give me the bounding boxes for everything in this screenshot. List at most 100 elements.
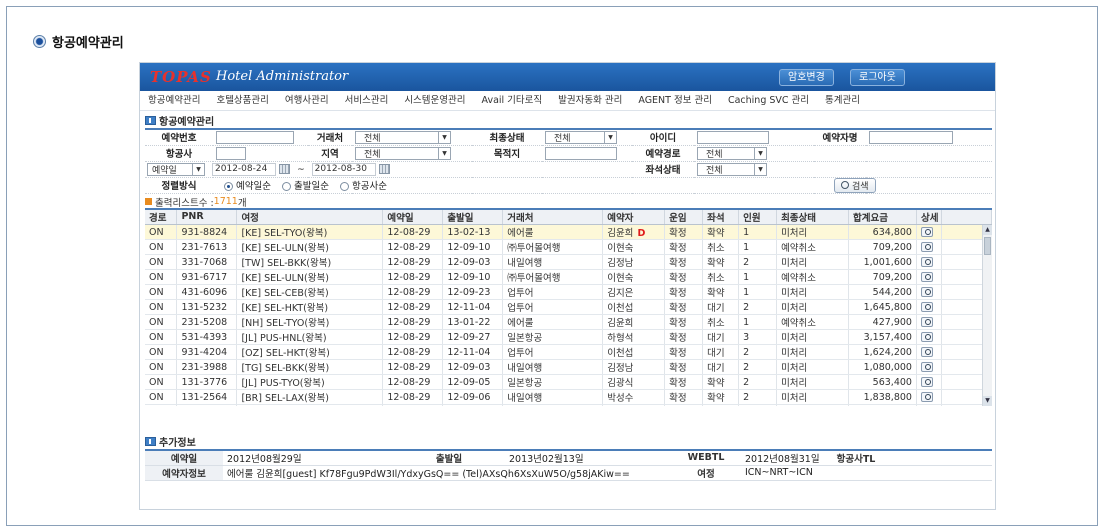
detail-view-icon[interactable] xyxy=(920,257,933,267)
table-cell: 634,800 xyxy=(848,224,917,240)
extra-info-table: 예약일 2012년08월29일 출발일 2013년02월13일 WEBTL 20… xyxy=(145,448,992,481)
search-section-header: 항공예약관리 xyxy=(145,113,990,128)
table-cell: 531-4393 xyxy=(176,329,238,345)
table-cell: 131-3776 xyxy=(176,374,238,390)
column-header: 좌석 xyxy=(702,209,740,225)
list-scrollbar[interactable]: ▲ ▼ xyxy=(982,224,992,406)
table-row[interactable]: ON 931-6717 [KE] SEL-ULN(왕복) 12-08-29 12-09-… xyxy=(145,269,992,285)
detail-view-icon[interactable] xyxy=(920,287,933,297)
menu-item-avail[interactable]: Avail 기타로직 xyxy=(474,91,551,111)
departure-label: 출발일 xyxy=(393,449,505,466)
sort-radio-departure-date[interactable] xyxy=(282,182,291,191)
menu-item-agencies[interactable]: 여행사관리 xyxy=(277,91,337,111)
table-cell: 하형석 xyxy=(602,329,666,345)
menu-item-hotel-products[interactable]: 호텔상품관리 xyxy=(208,91,276,111)
detail-view-icon[interactable] xyxy=(920,332,933,342)
table-cell: 430,300 xyxy=(848,404,917,406)
id-input[interactable] xyxy=(697,130,769,144)
table-cell: 12-08-29 xyxy=(382,344,444,360)
table-cell: 김윤희 xyxy=(602,314,666,330)
menu-item-system[interactable]: 시스템운영관리 xyxy=(396,91,473,111)
table-cell: 231-5208 xyxy=(176,314,238,330)
table-row[interactable]: ON 131-2564 [BR] SEL-LAX(왕복) 12-08-29 12-09-… xyxy=(145,389,992,405)
table-cell: 12-11-04 xyxy=(442,299,504,315)
table-row[interactable]: ON 531-4393 [JL] PUS-HNL(왕복) 12-08-29 12-09-… xyxy=(145,329,992,345)
detail-view-icon[interactable] xyxy=(920,377,933,387)
table-row[interactable]: ON 931-8824 [KE] SEL-TYO(왕복) 12-08-29 13-02-… xyxy=(145,224,992,240)
table-cell: 대기 xyxy=(702,299,740,315)
detail-view-icon[interactable] xyxy=(920,242,933,252)
airline-input[interactable] xyxy=(216,146,246,160)
date-type-select[interactable]: 예약일 ▼ xyxy=(147,162,205,176)
table-cell: 931-8824 xyxy=(176,224,238,240)
region-select[interactable]: 전체 ▼ xyxy=(355,146,451,160)
detail-view-icon[interactable] xyxy=(920,302,933,312)
pnr-input[interactable] xyxy=(216,130,294,144)
change-password-button[interactable]: 암호변경 xyxy=(779,69,834,86)
detail-cell xyxy=(916,374,942,390)
detail-view-icon[interactable] xyxy=(920,317,933,327)
bullet-icon xyxy=(33,34,46,48)
date-to-input[interactable]: 2012-08-30 xyxy=(311,162,376,176)
logout-button[interactable]: 로그아웃 xyxy=(850,69,905,86)
seat-status-select[interactable]: 전체 ▼ xyxy=(697,162,767,176)
table-cell: 업투어 xyxy=(502,284,604,300)
destination-input[interactable] xyxy=(545,146,617,160)
date-from-input[interactable]: 2012-08-24 xyxy=(212,162,277,176)
search-button[interactable]: 검색 xyxy=(834,177,876,193)
table-row[interactable]: ON 231-5208 [NH] SEL-TYO(왕복) 12-08-29 13-01-… xyxy=(145,314,992,330)
table-cell: ON xyxy=(145,254,178,270)
detail-view-icon[interactable] xyxy=(920,227,933,237)
table-cell: 12-09-06 xyxy=(442,389,504,405)
table-row[interactable]: ON 131-3776 [JL] PUS-TYO(왕복) 12-08-29 12-09-… xyxy=(145,374,992,390)
table-cell: 12-09-10 xyxy=(442,239,504,255)
pnr-label: 예약번호 xyxy=(145,129,213,146)
sort-radio-booking-date[interactable] xyxy=(224,182,233,191)
table-cell: 1 xyxy=(738,314,778,330)
table-row[interactable]: ON 231-7613 [KE] SEL-ULN(왕복) 12-08-29 12-09-… xyxy=(145,239,992,255)
table-cell: 취소 xyxy=(702,269,740,285)
table-cell: 131-2564 xyxy=(176,389,238,405)
booker-input[interactable] xyxy=(869,130,953,144)
table-row[interactable]: ON331-1976[7C] SEL-OSA(왕복)12-08-2912-09-… xyxy=(145,404,992,406)
detail-view-icon[interactable] xyxy=(920,392,933,402)
chevron-down-icon: ▼ xyxy=(192,163,204,175)
table-cell: 미처리 xyxy=(776,359,849,375)
sort-option-label: 예약일순 xyxy=(236,181,271,192)
table-cell: 12-08-29 xyxy=(382,329,444,345)
menu-item-ticketing[interactable]: 발권자동화 관리 xyxy=(550,91,630,111)
table-row[interactable]: ON 331-7068 [TW] SEL-BKK(왕복) 12-08-29 12-09-… xyxy=(145,254,992,270)
route-select[interactable]: 전체 ▼ xyxy=(697,146,767,160)
menu-item-agent-info[interactable]: AGENT 정보 관리 xyxy=(630,91,720,111)
detail-view-icon[interactable] xyxy=(920,362,933,372)
table-cell: 업투어 xyxy=(502,344,604,360)
sort-label: 정렬방식 xyxy=(145,177,213,194)
table-cell: 2 xyxy=(738,359,778,375)
table-row[interactable]: ON 231-3988 [TG] SEL-BKK(왕복) 12-08-29 12-09-… xyxy=(145,359,992,375)
table-cell: 대기 xyxy=(702,404,740,406)
final-status-select[interactable]: 전체 ▼ xyxy=(545,130,617,144)
table-cell: 2 xyxy=(738,374,778,390)
calendar-icon[interactable] xyxy=(279,164,291,174)
table-cell: 업투어 xyxy=(502,299,604,315)
client-select[interactable]: 전체 ▼ xyxy=(355,130,451,144)
seat-status-label: 좌석상태 xyxy=(632,161,694,178)
menu-item-statistics[interactable]: 통계관리 xyxy=(817,91,868,111)
table-cell: 12-09-10 xyxy=(442,269,504,285)
table-cell: 온누리투어 xyxy=(502,404,604,406)
table-row[interactable]: ON 931-4204 [OZ] SEL-HKT(왕복) 12-08-29 12-11-… xyxy=(145,344,992,360)
column-header: PNR xyxy=(176,209,238,225)
table-cell: 대기 xyxy=(702,329,740,345)
sort-option-label: 항공사순 xyxy=(352,181,387,192)
sort-radio-airline[interactable] xyxy=(340,182,349,191)
detail-view-icon[interactable] xyxy=(920,347,933,357)
calendar-icon[interactable] xyxy=(378,164,390,174)
menu-item-services[interactable]: 서비스관리 xyxy=(337,91,397,111)
menu-item-air-booking[interactable]: 항공예약관리 xyxy=(140,91,208,111)
menu-item-caching[interactable]: Caching SVC 관리 xyxy=(720,91,817,111)
detail-view-icon[interactable] xyxy=(920,272,933,282)
table-row[interactable]: ON 131-5232 [KE] SEL-HKT(왕복) 12-08-29 12-11-… xyxy=(145,299,992,315)
table-row[interactable]: ON 431-6096 [KE] SEL-CEB(왕복) 12-08-29 12-09-… xyxy=(145,284,992,300)
table-cell: 확정 xyxy=(664,344,704,360)
booking-date-label: 예약일 xyxy=(145,449,223,466)
